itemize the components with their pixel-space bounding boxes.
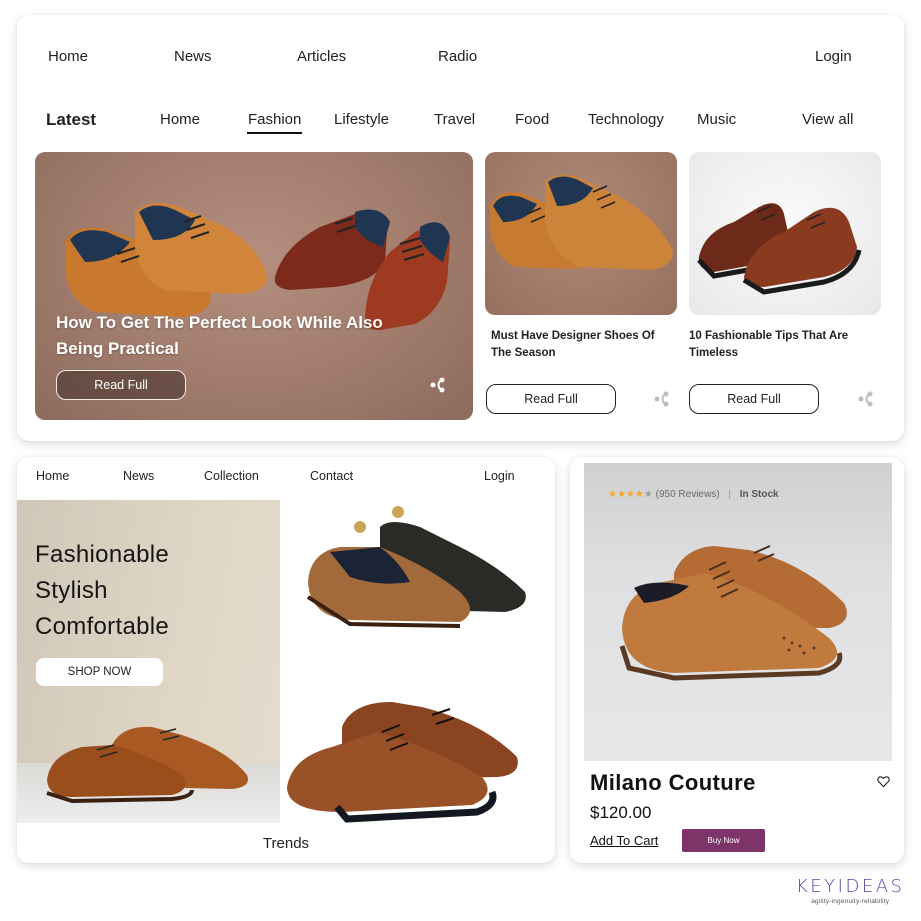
tab-home[interactable]: Home	[160, 111, 200, 128]
featured-title[interactable]: How To Get The Perfect Look While Also B…	[56, 310, 386, 362]
star-filled-icon: ★	[625, 489, 635, 500]
two-tone-brogues-image	[306, 506, 526, 628]
product-meta: ★★★★★ (950 Reviews) | In Stock	[608, 489, 779, 500]
share-icon[interactable]	[429, 376, 447, 394]
tab-food[interactable]: Food	[515, 111, 549, 128]
nav-home[interactable]: Home	[48, 48, 88, 65]
product-price: $120.00	[590, 803, 652, 822]
featured-read-full-button[interactable]: Read Full	[56, 370, 186, 400]
banner-line-1: Fashionable	[35, 541, 170, 568]
timeless-shoes-image	[697, 203, 862, 295]
star-empty-icon: ★	[643, 489, 653, 500]
designer-shoes-image	[490, 174, 673, 270]
nav-home[interactable]: Home	[36, 469, 69, 483]
nav-contact[interactable]: Contact	[310, 469, 353, 483]
nav-radio[interactable]: Radio	[438, 48, 477, 65]
article-image-2[interactable]	[689, 152, 881, 315]
tab-lifestyle[interactable]: Lifestyle	[334, 111, 389, 128]
article-image-1[interactable]	[485, 152, 677, 315]
trends-label[interactable]: Trends	[17, 835, 555, 852]
article-1-read-full-button[interactable]: Read Full	[486, 384, 616, 414]
meta-separator: |	[728, 489, 731, 500]
heart-icon[interactable]	[877, 775, 890, 788]
logo-tagline: agility-ingenuity-reliability	[811, 898, 890, 905]
featured-article[interactable]: How To Get The Perfect Look While Also B…	[35, 152, 473, 420]
star-filled-icon: ★	[608, 489, 617, 500]
product-card: ★★★★★ (950 Reviews) | In Stock Milano Co…	[570, 457, 904, 863]
star-filled-icon: ★	[616, 489, 626, 500]
tab-travel[interactable]: Travel	[434, 111, 475, 128]
tab-music[interactable]: Music	[697, 111, 736, 128]
product-name: Milano Couture	[590, 770, 756, 795]
logo-wordmark: KEYIDEAS	[796, 876, 905, 897]
nav-articles[interactable]: Articles	[297, 48, 346, 65]
blog-card: Home News Articles Radio Login Latest Ho…	[17, 15, 904, 441]
star-rating: ★★★★★	[608, 489, 656, 500]
reviews-count[interactable]: (950 Reviews)	[656, 489, 720, 500]
article-title-1[interactable]: Must Have Designer Shoes Of The Season	[491, 328, 671, 362]
latest-heading: Latest	[46, 110, 97, 129]
stock-status: In Stock	[739, 489, 779, 500]
share-icon[interactable]	[857, 390, 875, 408]
banner-line-3: Comfortable	[35, 613, 170, 640]
brown-derby-image	[287, 702, 518, 823]
shop-now-button[interactable]: SHOP NOW	[36, 658, 163, 686]
view-all-link[interactable]: View all	[802, 111, 853, 128]
star-filled-icon: ★	[634, 489, 644, 500]
add-to-cart-link[interactable]: Add To Cart	[590, 833, 658, 848]
hero-banner: Fashionable Stylish Comfortable SHOP NOW	[17, 500, 280, 823]
login-link[interactable]: Login	[815, 48, 852, 65]
buy-now-button[interactable]: Buy Now	[682, 829, 765, 852]
article-title-2[interactable]: 10 Fashionable Tips That Are Timeless	[689, 328, 869, 362]
milano-couture-shoes-image	[619, 545, 847, 681]
article-2-read-full-button[interactable]: Read Full	[689, 384, 819, 414]
tab-technology[interactable]: Technology	[588, 111, 664, 128]
banner-shoes-image	[46, 726, 248, 804]
nav-collection[interactable]: Collection	[204, 469, 259, 483]
keyideas-logo: KEYIDEAS agility-ingenuity-reliability	[796, 876, 904, 905]
login-link[interactable]: Login	[484, 469, 515, 483]
share-icon[interactable]	[653, 390, 671, 408]
trends-card: Home News Collection Contact Login Fashi…	[17, 457, 555, 863]
tab-fashion[interactable]: Fashion	[246, 111, 303, 134]
nav-news[interactable]: News	[174, 48, 212, 65]
banner-line-2: Stylish	[35, 577, 108, 604]
nav-news[interactable]: News	[123, 469, 154, 483]
product-image[interactable]: ★★★★★ (950 Reviews) | In Stock	[584, 463, 892, 761]
